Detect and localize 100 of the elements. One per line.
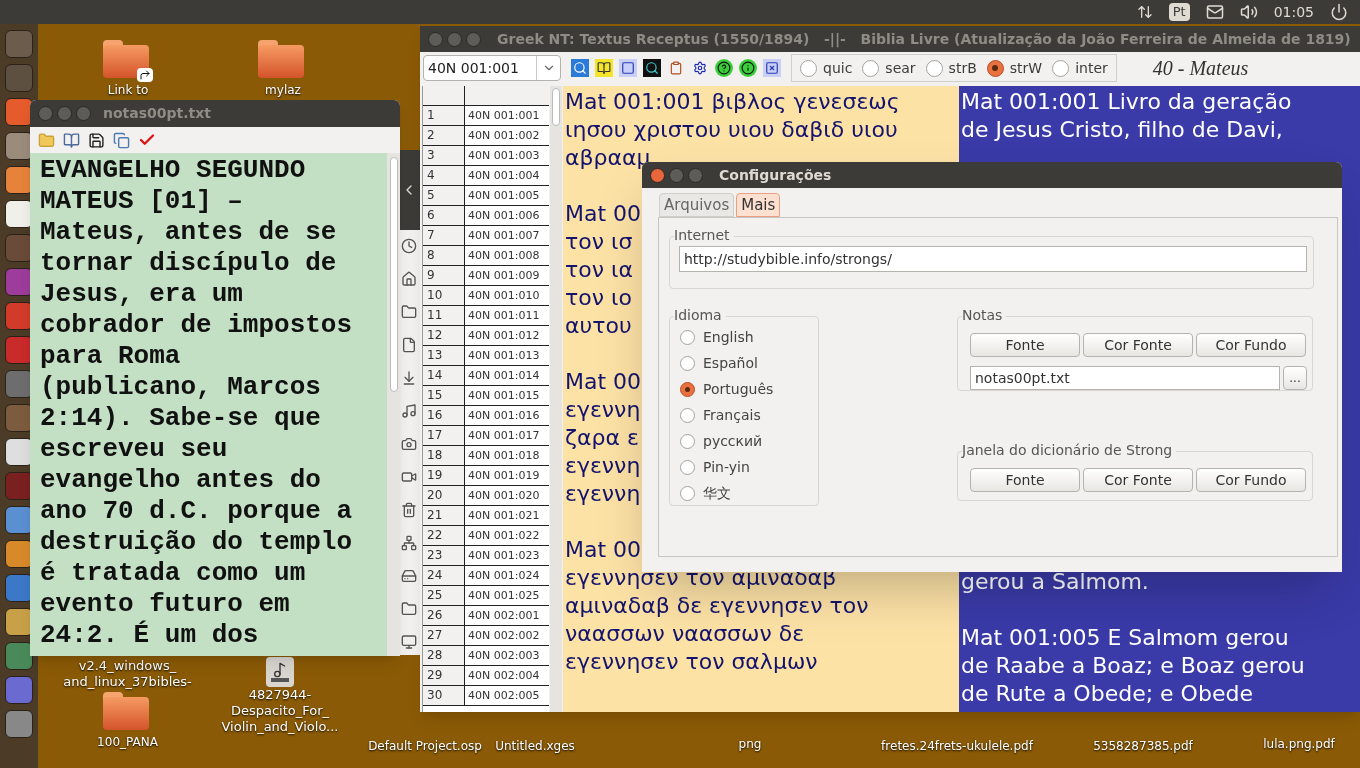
- launcher-app-icon[interactable]: [5, 472, 33, 500]
- radio-button[interactable]: [680, 381, 695, 397]
- radio-button[interactable]: [925, 59, 943, 77]
- dialog-button[interactable]: Fonte: [970, 468, 1080, 492]
- gear-icon[interactable]: [691, 59, 709, 77]
- tab[interactable]: Mais: [736, 193, 781, 217]
- launcher-app-icon[interactable]: [5, 302, 33, 330]
- table-cell[interactable]: 40N 001:017: [465, 426, 549, 445]
- table-cell[interactable]: 40N 001:013: [465, 346, 549, 365]
- radio-button[interactable]: [680, 485, 695, 501]
- monitor-icon[interactable]: [401, 634, 417, 650]
- radio-button[interactable]: [680, 407, 695, 423]
- home-icon[interactable]: [401, 271, 417, 287]
- volume-icon[interactable]: [1239, 3, 1258, 21]
- launcher-app-icon[interactable]: [5, 438, 33, 466]
- table-cell[interactable]: 40N 002:004: [465, 666, 549, 685]
- table-cell[interactable]: 40N 001:010: [465, 286, 549, 305]
- help-icon[interactable]: [715, 59, 733, 77]
- table-cell[interactable]: 40N 001:019: [465, 466, 549, 485]
- table-cell[interactable]: 40N 002:001: [465, 606, 549, 625]
- trash-icon[interactable]: [401, 502, 417, 518]
- launcher-app-icon[interactable]: [5, 370, 33, 398]
- table-cell[interactable]: 40N 001:015: [465, 386, 549, 405]
- camera-icon[interactable]: [401, 436, 417, 452]
- table-cell[interactable]: 40N 001:003: [465, 146, 549, 165]
- radio-button[interactable]: [986, 59, 1004, 77]
- launcher-app-icon[interactable]: [5, 336, 33, 364]
- clock-icon[interactable]: [401, 238, 417, 254]
- table-cell[interactable]: 40N 001:002: [465, 126, 549, 145]
- launcher-app-icon[interactable]: [5, 166, 33, 194]
- table-cell[interactable]: 40N 001:008: [465, 246, 549, 265]
- table-cell[interactable]: 40N 001:022: [465, 526, 549, 545]
- radio-label[interactable]: Pin-yin: [703, 456, 750, 478]
- book-icon[interactable]: [595, 59, 613, 77]
- close-box-icon[interactable]: [763, 59, 781, 77]
- dialog-button[interactable]: Fonte: [970, 333, 1080, 357]
- launcher-app-icon[interactable]: [5, 540, 33, 568]
- copy-icon[interactable]: [113, 131, 130, 149]
- dialog-button[interactable]: Cor Fundo: [1196, 333, 1306, 357]
- network-icon[interactable]: [401, 535, 417, 551]
- radio-label[interactable]: Français: [703, 404, 761, 426]
- launcher-app-icon[interactable]: [5, 268, 33, 296]
- reference-combobox[interactable]: 40N 001:001: [423, 55, 561, 81]
- radio-label[interactable]: quic: [823, 57, 853, 79]
- table-cell[interactable]: 40N 001:006: [465, 206, 549, 225]
- launcher-app-icon[interactable]: [5, 132, 33, 160]
- browse-button[interactable]: ...: [1283, 366, 1307, 390]
- power-icon[interactable]: [1330, 3, 1348, 21]
- radio-label[interactable]: 华文: [703, 482, 731, 504]
- radio-label[interactable]: Español: [703, 352, 758, 374]
- table-cell[interactable]: 40N 001:025: [465, 586, 549, 605]
- table-cell[interactable]: 40N 001:016: [465, 406, 549, 425]
- radio-label[interactable]: sear: [885, 57, 916, 79]
- video-icon[interactable]: [401, 469, 417, 485]
- scrollbar[interactable]: [550, 86, 562, 712]
- folder-icon[interactable]: [401, 601, 417, 617]
- radio-button[interactable]: [680, 459, 695, 475]
- audio-file-icon[interactable]: [266, 657, 294, 687]
- network-icon[interactable]: [1136, 4, 1153, 20]
- folder-link-icon[interactable]: [103, 40, 153, 82]
- mail-icon[interactable]: [1205, 3, 1224, 21]
- dialog-button[interactable]: Cor Fonte: [1083, 468, 1193, 492]
- table-cell[interactable]: 40N 002:003: [465, 646, 549, 665]
- radio-button[interactable]: [680, 433, 695, 449]
- keyboard-layout-indicator[interactable]: Pt: [1168, 3, 1190, 21]
- table-cell[interactable]: 40N 001:020: [465, 486, 549, 505]
- music-icon[interactable]: [401, 403, 417, 419]
- book-icon[interactable]: [63, 131, 80, 149]
- table-cell[interactable]: 40N 001:011: [465, 306, 549, 325]
- launcher-app-icon[interactable]: [5, 608, 33, 636]
- table-cell[interactable]: 40N 002:002: [465, 626, 549, 645]
- file-field[interactable]: notas00pt.txt: [970, 366, 1280, 390]
- dialog-button[interactable]: Cor Fonte: [1083, 333, 1193, 357]
- search-icon[interactable]: [571, 59, 589, 77]
- table-cell[interactable]: 40N 001:021: [465, 506, 549, 525]
- clock[interactable]: 01:05: [1273, 1, 1314, 23]
- radio-label[interactable]: русский: [703, 430, 763, 452]
- table-cell[interactable]: 40N 001:005: [465, 186, 549, 205]
- file-icon[interactable]: [401, 337, 417, 353]
- magnifier-icon[interactable]: [643, 59, 661, 77]
- launcher-app-icon[interactable]: [5, 404, 33, 432]
- scrollbar[interactable]: [387, 153, 400, 656]
- drive-icon[interactable]: [401, 568, 417, 584]
- radio-button[interactable]: [1052, 59, 1070, 77]
- radio-label[interactable]: strB: [948, 57, 977, 79]
- radio-button[interactable]: [680, 329, 695, 345]
- info-icon[interactable]: [739, 59, 757, 77]
- table-cell[interactable]: 40N 001:023: [465, 546, 549, 565]
- table-cell[interactable]: 40N 001:001: [465, 106, 549, 125]
- download-icon[interactable]: [401, 370, 417, 386]
- table-cell[interactable]: 40N 002:005: [465, 686, 549, 705]
- launcher-app-icon[interactable]: [5, 506, 33, 534]
- radio-button[interactable]: [862, 59, 880, 77]
- table-cell[interactable]: 40N 001:007: [465, 226, 549, 245]
- launcher-app-icon[interactable]: [5, 642, 33, 670]
- square-icon[interactable]: [619, 59, 637, 77]
- launcher-app-icon[interactable]: [5, 574, 33, 602]
- radio-label[interactable]: English: [703, 326, 754, 348]
- url-field[interactable]: http://studybible.info/strongs/: [679, 246, 1307, 272]
- save-icon[interactable]: [88, 131, 105, 149]
